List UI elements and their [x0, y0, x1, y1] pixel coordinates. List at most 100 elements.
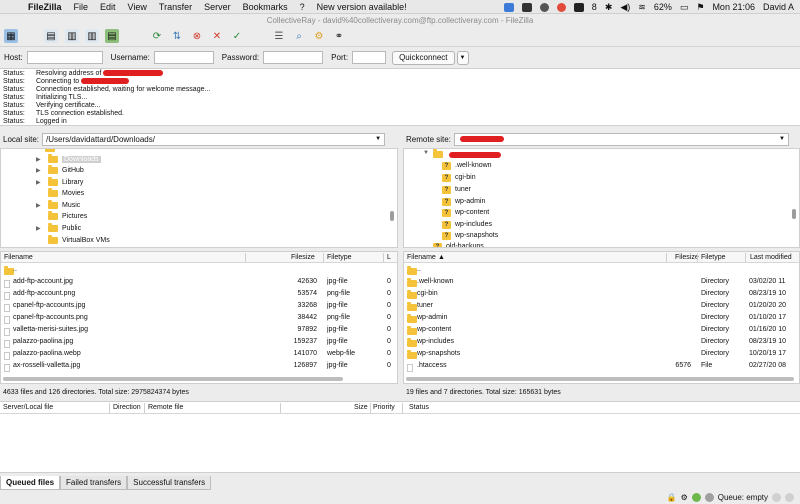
column-last-modified[interactable]: Last modified	[750, 254, 792, 261]
password-input[interactable]	[263, 51, 324, 64]
quickconnect-button[interactable]: Quickconnect	[392, 50, 455, 65]
tray-icon-3[interactable]	[539, 2, 549, 12]
expand-arrow-icon[interactable]: ▶	[36, 202, 41, 209]
tree-item[interactable]	[433, 149, 501, 160]
table-row[interactable]: wp-snapshots Directory 10/20/19 17	[404, 348, 799, 360]
tree-item[interactable]: GitHub	[48, 165, 84, 176]
menu-file[interactable]: File	[74, 2, 89, 12]
toggle-remote-tree-icon[interactable]: ▥	[85, 29, 99, 43]
username-input[interactable]	[153, 51, 214, 64]
search-icon[interactable]: ⚭	[332, 29, 346, 43]
tray-icon-2[interactable]	[521, 2, 532, 12]
collapse-arrow-icon[interactable]: ▼	[423, 150, 429, 156]
toggle-local-tree-icon[interactable]: ▥	[65, 29, 79, 43]
column-filetype[interactable]: Filetype	[701, 254, 726, 261]
menu-bookmarks[interactable]: Bookmarks	[243, 2, 288, 12]
gear-icon[interactable]: ⚙	[681, 493, 688, 502]
table-row[interactable]: palazzo-paolina.jpg 159237 jpg-file 0	[1, 336, 397, 348]
expand-arrow-icon[interactable]: ▶	[36, 156, 41, 163]
table-row[interactable]: wp-includes Directory 08/23/19 10	[404, 336, 799, 348]
tab-successful-transfers[interactable]: Successful transfers	[127, 476, 212, 490]
lock-icon[interactable]: 🔒	[667, 493, 677, 502]
transfer-queue[interactable]: Server/Local file Direction Remote file …	[0, 401, 800, 473]
table-row[interactable]: .htaccess 6576 File 02/27/20 08	[404, 360, 799, 372]
tree-item[interactable]: ? tuner	[442, 184, 471, 195]
local-path-input[interactable]: /Users/davidattard/Downloads/ ▼	[42, 132, 386, 146]
tree-item[interactable]: Movies	[48, 188, 84, 199]
tree-item[interactable]: ? wp-snapshots	[442, 230, 498, 241]
column-filename[interactable]: Filename	[4, 254, 33, 261]
tree-item[interactable]: Library	[48, 177, 83, 188]
menu-view[interactable]: View	[128, 2, 147, 12]
column-size[interactable]: Size	[354, 404, 368, 411]
horizontal-scrollbar[interactable]	[3, 377, 343, 381]
reconnect-icon[interactable]: ✓	[230, 29, 244, 43]
expand-arrow-icon[interactable]: ▶	[36, 225, 41, 232]
table-row[interactable]: cpanel-ftp-accounts.jpg 33268 jpg-file 0	[1, 300, 397, 312]
chevron-down-icon[interactable]: ▼	[375, 136, 381, 142]
port-input[interactable]	[352, 51, 387, 64]
column-status[interactable]: Status	[409, 404, 429, 411]
directory-listing-filters-icon[interactable]: ☰	[272, 29, 286, 43]
menu-app-name[interactable]: FileZilla	[28, 2, 62, 12]
refresh-icon[interactable]: ⟳	[150, 29, 164, 43]
tab-failed-transfers[interactable]: Failed transfers	[60, 476, 128, 490]
column-filesize[interactable]: Filesize	[291, 254, 315, 261]
expand-arrow-icon[interactable]: ▶	[36, 179, 41, 186]
tree-item[interactable]: ? .well-known	[442, 160, 492, 171]
expand-arrow-icon[interactable]: ▶	[36, 167, 41, 174]
table-row[interactable]: cgi-bin Directory 08/23/19 10	[404, 288, 799, 300]
menu-new-version[interactable]: New version available!	[317, 2, 407, 12]
column-priority[interactable]: Priority	[373, 404, 395, 411]
tree-item[interactable]: Downloads	[48, 154, 101, 165]
flag-icon[interactable]: ⚑	[696, 2, 704, 13]
host-input[interactable]	[26, 51, 103, 64]
tree-item[interactable]: VirtualBox VMs	[48, 235, 110, 246]
toggle-queue-icon[interactable]: ▤	[105, 29, 119, 43]
bluetooth-icon[interactable]: ✱	[605, 2, 613, 13]
table-row[interactable]: ..	[1, 264, 397, 276]
remote-path-input[interactable]: ▼	[453, 132, 789, 146]
local-directory-tree[interactable]: ▶ Downloads ▶ GitHub ▶ Library Movies ▶ …	[0, 148, 398, 248]
sync-browsing-icon[interactable]: ⚙	[312, 29, 326, 43]
quickconnect-history-dropdown[interactable]: ▼	[456, 50, 469, 65]
process-queue-icon[interactable]: ⇅	[170, 29, 184, 43]
toggle-log-icon[interactable]: ▤	[44, 29, 58, 43]
table-row[interactable]: .well-known Directory 03/02/20 11	[404, 276, 799, 288]
tree-item[interactable]: ? wp-content	[442, 207, 489, 218]
wifi-icon[interactable]: ≋	[638, 2, 646, 13]
column-filesize[interactable]: Filesize	[675, 254, 699, 261]
tree-item[interactable]: Music	[48, 200, 80, 211]
volume-icon[interactable]: ◀)	[620, 2, 630, 13]
disconnect-icon[interactable]: ✕	[210, 29, 224, 43]
site-manager-icon[interactable]: ▦	[4, 29, 18, 43]
column-filetype[interactable]: Filetype	[327, 254, 352, 261]
menu-help[interactable]: ?	[300, 2, 305, 12]
compare-directories-icon[interactable]: ⌕	[292, 29, 306, 43]
column-server-local-file[interactable]: Server/Local file	[3, 404, 53, 411]
tree-item[interactable]: Pictures	[48, 211, 87, 222]
tree-item[interactable]: ? cgi-bin	[442, 172, 476, 183]
table-row[interactable]: ..	[404, 264, 799, 276]
horizontal-scrollbar[interactable]	[406, 377, 794, 381]
local-file-list[interactable]: Filename Filesize Filetype L .. add-ftp-…	[0, 251, 398, 384]
table-row[interactable]: add-ftp-account.png 53574 png-file 0	[1, 288, 397, 300]
tree-item[interactable]: ? wp-includes	[442, 219, 492, 230]
table-row[interactable]: ax-rosselli-valletta.jpg 126897 jpg-file 0	[1, 360, 397, 372]
table-row[interactable]: wp-content Directory 01/16/20 10	[404, 324, 799, 336]
column-remote-file[interactable]: Remote file	[148, 404, 183, 411]
cancel-icon[interactable]: ⊗	[190, 29, 204, 43]
tray-icon-4[interactable]	[556, 2, 566, 12]
tree-item[interactable]: ? old-backups	[433, 241, 484, 247]
chevron-down-icon[interactable]: ▼	[779, 136, 785, 142]
remote-directory-tree[interactable]: ▼ ? .well-known ? cgi-bin ? tuner ? wp-admin…	[403, 148, 800, 248]
table-row[interactable]: palazzo-paolina.webp 141070 webp-file 0	[1, 348, 397, 360]
column-last-modified[interactable]: L	[387, 254, 391, 261]
menu-edit[interactable]: Edit	[100, 2, 116, 12]
tree-item[interactable]: ? wp-admin	[442, 196, 485, 207]
table-row[interactable]: tuner Directory 01/20/20 20	[404, 300, 799, 312]
column-direction[interactable]: Direction	[113, 404, 141, 411]
table-row[interactable]: cpanel-ftp-accounts.png 38442 png-file 0	[1, 312, 397, 324]
tray-icon-5[interactable]	[573, 2, 584, 12]
column-filename[interactable]: Filename	[407, 254, 436, 261]
